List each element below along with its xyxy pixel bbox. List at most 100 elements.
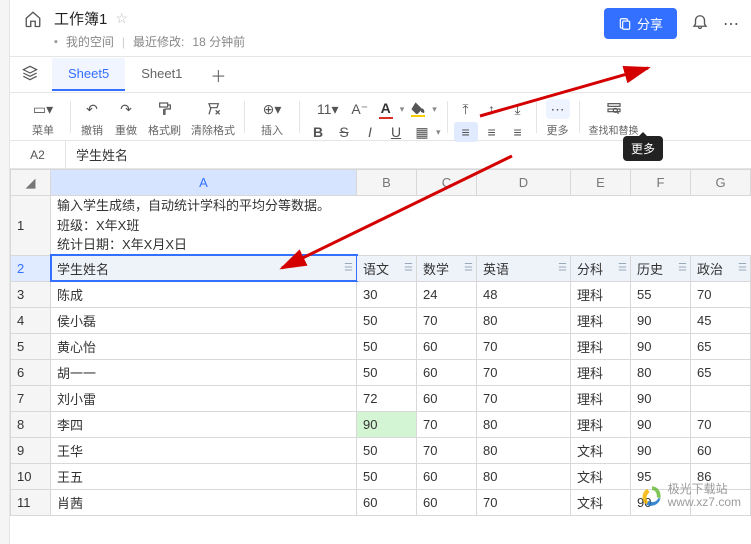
cell-d[interactable]: 80 (477, 411, 571, 437)
row-header-11[interactable]: 11 (11, 489, 51, 515)
row-header-4[interactable]: 4 (11, 307, 51, 333)
cell-c[interactable]: 70 (417, 411, 477, 437)
cell-g[interactable]: 65 (691, 333, 751, 359)
row-header-1[interactable]: 1 (11, 196, 51, 256)
cell-b[interactable]: 72 (357, 385, 417, 411)
cell-d[interactable]: 70 (477, 333, 571, 359)
cell-name[interactable]: 李四 (51, 411, 357, 437)
cell-f[interactable]: 90 (631, 307, 691, 333)
menu-icon[interactable]: ▭▾ (25, 99, 61, 119)
cell-c[interactable]: 60 (417, 463, 477, 489)
cell-g[interactable]: 70 (691, 281, 751, 307)
star-icon[interactable]: ☆ (115, 10, 128, 27)
cell-f[interactable]: 90 (631, 437, 691, 463)
cell-d[interactable]: 70 (477, 385, 571, 411)
col-header-B[interactable]: B (357, 170, 417, 196)
row-header-2[interactable]: 2 (11, 255, 51, 281)
row-header-10[interactable]: 10 (11, 463, 51, 489)
cell-e[interactable]: 文科 (571, 463, 631, 489)
col-header-F[interactable]: F (631, 170, 691, 196)
col-header-E[interactable]: E (571, 170, 631, 196)
cell-name[interactable]: 胡一一 (51, 359, 357, 385)
cell-f[interactable]: 55 (631, 281, 691, 307)
cell-d[interactable]: 70 (477, 359, 571, 385)
cell-F2[interactable]: 历史☰ (631, 255, 691, 281)
align-left-icon[interactable]: ≡ (454, 122, 478, 142)
tab-sheet5[interactable]: Sheet5 (52, 58, 125, 91)
cell-C2[interactable]: 数学☰ (417, 255, 477, 281)
row-header-6[interactable]: 6 (11, 359, 51, 385)
cell-name[interactable]: 肖茜 (51, 489, 357, 515)
italic-icon[interactable]: I (358, 122, 382, 142)
col-header-A[interactable]: A (51, 170, 357, 196)
cell-b[interactable]: 60 (357, 489, 417, 515)
cell-A1[interactable]: 输入学生成绩，自动统计学科的平均分等数据。 班级：X年X班 统计日期：X年X月X… (51, 196, 751, 256)
cell-b[interactable]: 50 (357, 437, 417, 463)
cell-g[interactable]: 60 (691, 437, 751, 463)
col-header-D[interactable]: D (477, 170, 571, 196)
borders-icon[interactable]: ▦ (410, 122, 434, 142)
clear-format-icon[interactable] (195, 99, 231, 119)
select-all-corner[interactable]: ◢ (11, 170, 51, 196)
font-size-minus-icon[interactable]: A⁻ (348, 99, 372, 119)
cell-b[interactable]: 50 (357, 333, 417, 359)
undo-icon[interactable]: ↶ (80, 99, 104, 119)
cell-g[interactable] (691, 385, 751, 411)
cell-g[interactable]: 70 (691, 411, 751, 437)
share-button[interactable]: 分享 (604, 8, 677, 39)
more-button[interactable]: ⋯ (546, 99, 570, 119)
cell-D2[interactable]: 英语☰ (477, 255, 571, 281)
row-header-8[interactable]: 8 (11, 411, 51, 437)
filter-icon[interactable]: ☰ (404, 263, 413, 274)
filter-icon[interactable]: ☰ (344, 263, 353, 274)
cell-name[interactable]: 王华 (51, 437, 357, 463)
cell-b[interactable]: 50 (357, 359, 417, 385)
font-color-icon[interactable]: A (374, 99, 398, 119)
cell-g[interactable]: 65 (691, 359, 751, 385)
filter-icon[interactable]: ☰ (618, 263, 627, 274)
cell-d[interactable]: 80 (477, 307, 571, 333)
cell-e[interactable]: 理科 (571, 411, 631, 437)
cell-c[interactable]: 60 (417, 385, 477, 411)
add-sheet-button[interactable]: ＋ (198, 55, 238, 95)
row-header-9[interactable]: 9 (11, 437, 51, 463)
cell-b[interactable]: 50 (357, 463, 417, 489)
cell-A2[interactable]: 学生姓名☰ (51, 255, 357, 281)
cell-b[interactable]: 30 (357, 281, 417, 307)
cell-reference[interactable]: A2 (10, 141, 66, 168)
filter-icon[interactable]: ☰ (678, 263, 687, 274)
cell-e[interactable]: 理科 (571, 359, 631, 385)
cell-d[interactable]: 80 (477, 437, 571, 463)
cell-g[interactable]: 45 (691, 307, 751, 333)
redo-icon[interactable]: ↷ (114, 99, 138, 119)
cell-d[interactable]: 70 (477, 489, 571, 515)
cell-c[interactable]: 60 (417, 333, 477, 359)
cell-c[interactable]: 70 (417, 437, 477, 463)
cell-c[interactable]: 60 (417, 489, 477, 515)
cell-f[interactable]: 90 (631, 333, 691, 359)
strike-icon[interactable]: S (332, 122, 356, 142)
more-menu-icon[interactable]: ⋯ (723, 14, 739, 34)
cell-name[interactable]: 黄心怡 (51, 333, 357, 359)
folder-name[interactable]: 我的空间 (66, 33, 114, 50)
cell-d[interactable]: 80 (477, 463, 571, 489)
bold-icon[interactable]: B (306, 122, 330, 142)
cell-e[interactable]: 理科 (571, 307, 631, 333)
valign-top-icon[interactable]: ⤒ (454, 99, 478, 119)
cell-e[interactable]: 文科 (571, 437, 631, 463)
cell-name[interactable]: 陈成 (51, 281, 357, 307)
home-icon[interactable] (22, 8, 44, 30)
align-center-icon[interactable]: ≡ (480, 122, 504, 142)
cell-f[interactable]: 90 (631, 411, 691, 437)
cell-f[interactable]: 80 (631, 359, 691, 385)
cell-e[interactable]: 文科 (571, 489, 631, 515)
cell-e[interactable]: 理科 (571, 281, 631, 307)
filter-icon[interactable]: ☰ (558, 263, 567, 274)
find-replace-icon[interactable] (596, 99, 632, 119)
filter-icon[interactable]: ☰ (738, 263, 747, 274)
underline-icon[interactable]: U (384, 122, 408, 142)
cell-name[interactable]: 刘小雷 (51, 385, 357, 411)
doc-title[interactable]: 工作簿1 (54, 8, 107, 29)
cell-c[interactable]: 60 (417, 359, 477, 385)
row-header-3[interactable]: 3 (11, 281, 51, 307)
